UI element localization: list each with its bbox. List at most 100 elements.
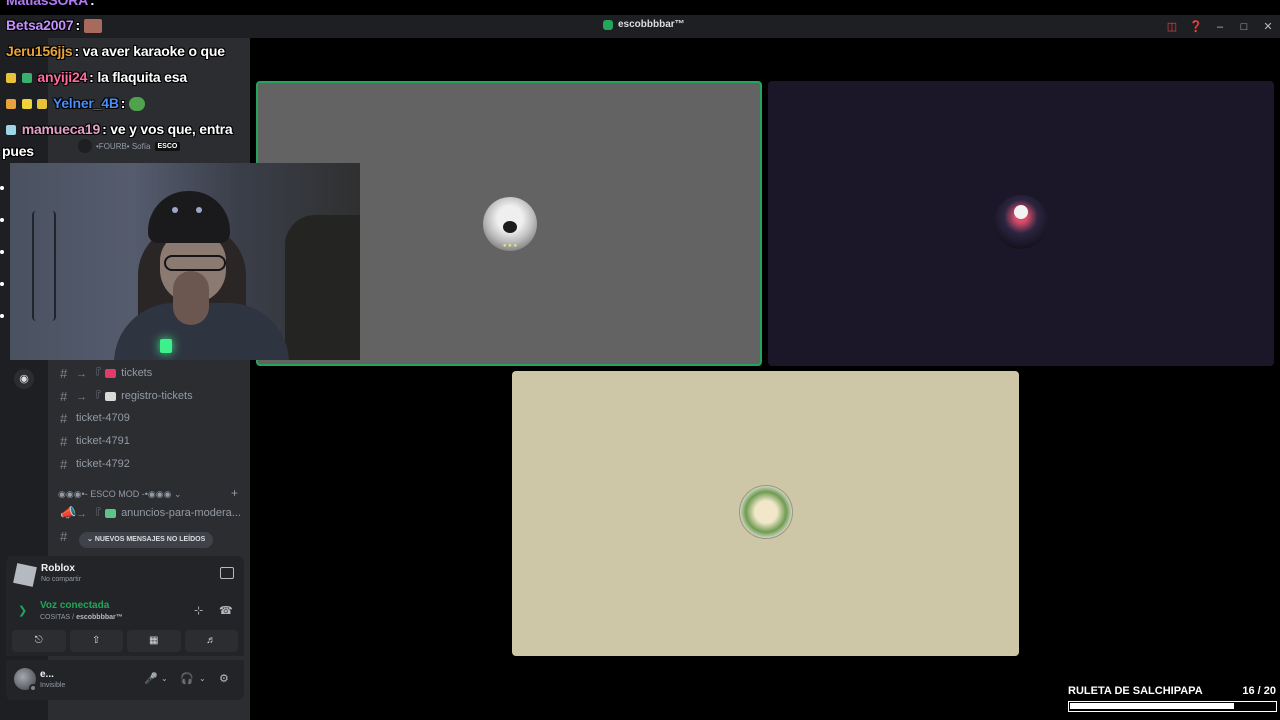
crown-icon	[37, 99, 48, 110]
hat-eye	[172, 207, 178, 213]
channel-label: ticket-4791	[76, 435, 130, 447]
participant-avatar	[994, 195, 1048, 249]
hat-eye	[196, 207, 202, 213]
hash-icon: #	[60, 365, 68, 381]
webcam-hand	[173, 271, 209, 325]
channel-ticket-4709[interactable]: # ticket-4709	[60, 408, 130, 428]
inbox-icon[interactable]: ◫	[1160, 20, 1184, 33]
megaphone-icon: 📣	[60, 505, 77, 520]
hash-icon: #	[60, 456, 68, 472]
streamer-webcam	[10, 163, 360, 360]
share-screen-button[interactable]: ⇧	[69, 630, 123, 652]
channel-prefix: → 『	[76, 508, 102, 520]
close-button[interactable]: ✕	[1256, 20, 1280, 33]
user-name[interactable]: e...	[40, 669, 54, 680]
signal-icon: ❯	[18, 605, 28, 617]
participant-tile[interactable]	[768, 81, 1274, 366]
window-title: escobbbbar™	[603, 19, 685, 30]
voice-server-name: escobbbbar™	[76, 614, 123, 621]
soundboard-button[interactable]: ♬	[184, 630, 238, 652]
hash-icon: #	[60, 388, 68, 404]
participant-tile[interactable]	[512, 371, 1019, 656]
channel-label: tickets	[121, 367, 153, 379]
voice-status[interactable]: Voz conectada	[40, 600, 109, 611]
title-bar: escobbbbar™ ◫ ❓ – □ ✕	[0, 15, 1280, 38]
chat-text: ve y vos que, entra	[110, 121, 233, 137]
chat-message: mamueca19: ve y vos que, entra	[6, 121, 233, 137]
badge-icon	[6, 125, 16, 136]
server-icon	[603, 19, 613, 30]
presence-indicator	[29, 684, 37, 692]
chat-message: pues	[2, 143, 34, 159]
raffle-progress-bar	[1068, 701, 1277, 712]
chat-message: MatiasSORA:	[6, 0, 95, 8]
chat-message: Betsa2007:	[6, 17, 104, 34]
raffle-widget: RULETA DE SALCHIPAPA 16 / 20	[1068, 685, 1278, 715]
channel-emoji	[105, 508, 117, 518]
chat-colon: :	[120, 95, 126, 111]
discover-icon[interactable]: ◉	[14, 369, 34, 389]
help-icon[interactable]: ❓	[1184, 20, 1208, 33]
avatar-decoration: ● ● ●	[502, 243, 518, 249]
channel-anuncios-moderadores[interactable]: 📣 → 『 anuncios-para-modera...	[60, 503, 241, 523]
channel-label: registro-tickets	[121, 390, 193, 402]
gear-icon[interactable]: ⚙	[219, 672, 229, 685]
headphones-icon[interactable]: 🎧	[180, 672, 194, 685]
channel-partial[interactable]: #	[60, 526, 76, 546]
chat-colon: :	[74, 43, 80, 59]
chat-text: la flaquita esa	[97, 69, 187, 85]
raffle-title: RULETA DE SALCHIPAPA	[1068, 685, 1203, 697]
chat-colon: :	[89, 69, 94, 85]
minimize-button[interactable]: –	[1208, 21, 1232, 33]
webcam-hat	[148, 191, 230, 243]
channel-label: ticket-4792	[76, 458, 130, 470]
microphone-icon[interactable]: 🎤	[144, 672, 158, 685]
chat-message: Jeru156jjs: va aver karaoke o que	[6, 43, 225, 59]
chat-username: mamueca19	[21, 121, 101, 137]
channel-label: anuncios-para-modera...	[121, 507, 241, 519]
unread-indicator	[0, 218, 4, 222]
webcam-light	[160, 339, 172, 353]
skull-icon	[1014, 205, 1028, 219]
raffle-progress-fill	[1070, 703, 1234, 709]
disconnect-icon[interactable]: ☎	[219, 604, 233, 617]
emote-icon	[83, 19, 102, 34]
chevron-down-icon: ⌄	[87, 536, 95, 543]
channel-emoji	[105, 368, 117, 378]
badge-icon	[6, 99, 16, 110]
user-tag: ESCO	[154, 141, 181, 151]
channel-registro-tickets[interactable]: # → 『 registro-tickets	[60, 386, 193, 406]
new-messages-pill[interactable]: ⌄ NUEVOS MENSAJES NO LEÍDOS	[79, 532, 214, 548]
chevron-down-icon[interactable]: ⌄	[161, 674, 168, 683]
noise-suppression-icon[interactable]: ⊹	[194, 604, 203, 617]
chat-username: MatiasSORA	[6, 0, 89, 8]
window-title-text: escobbbbar™	[618, 19, 685, 30]
channel-tickets[interactable]: # → 『 tickets	[60, 363, 152, 383]
channel-ticket-4792[interactable]: # ticket-4792	[60, 454, 130, 474]
activity-panel: Roblox No compartir	[6, 556, 244, 594]
chat-colon: :	[90, 0, 95, 8]
chat-colon: :	[102, 121, 107, 137]
category-header[interactable]: ◉◉◉•- ESCO MOD -•◉◉◉ ⌄	[58, 489, 181, 500]
stream-game-button[interactable]	[220, 567, 234, 579]
user-status: Invisible	[40, 682, 66, 689]
user-panel: e... Invisible 🎤 ⌄ 🎧 ⌄ ⚙	[6, 660, 244, 700]
voice-location[interactable]: COSITAS / escobbbbar™	[40, 614, 123, 621]
participant-avatar	[739, 485, 793, 539]
titlebar-controls: ◫ ❓ – □ ✕	[1160, 15, 1280, 38]
app-root: escobbbbar™ ◫ ❓ – □ ✕ ◉ 02 99 •FOU	[0, 0, 1280, 720]
voice-action-buttons: ⎋ ⇧ ▦ ♬	[12, 630, 238, 652]
raffle-count: 16 / 20	[1242, 685, 1276, 697]
badge-icon	[21, 99, 32, 110]
chat-message: Yelner_4B:	[6, 95, 147, 112]
voice-user[interactable]: •FOURB• Sofía ESCO	[78, 139, 181, 153]
channel-prefix: → 『	[76, 368, 102, 380]
channel-ticket-4791[interactable]: # ticket-4791	[60, 431, 130, 451]
maximize-button[interactable]: □	[1232, 21, 1256, 33]
add-channel-icon[interactable]: +	[231, 486, 238, 500]
chevron-down-icon[interactable]: ⌄	[199, 674, 206, 683]
activities-button[interactable]: ▦	[127, 630, 181, 652]
camera-off-button[interactable]: ⎋	[12, 630, 66, 652]
webcam-glasses	[164, 255, 226, 271]
chat-username: anyiji24	[37, 69, 88, 85]
